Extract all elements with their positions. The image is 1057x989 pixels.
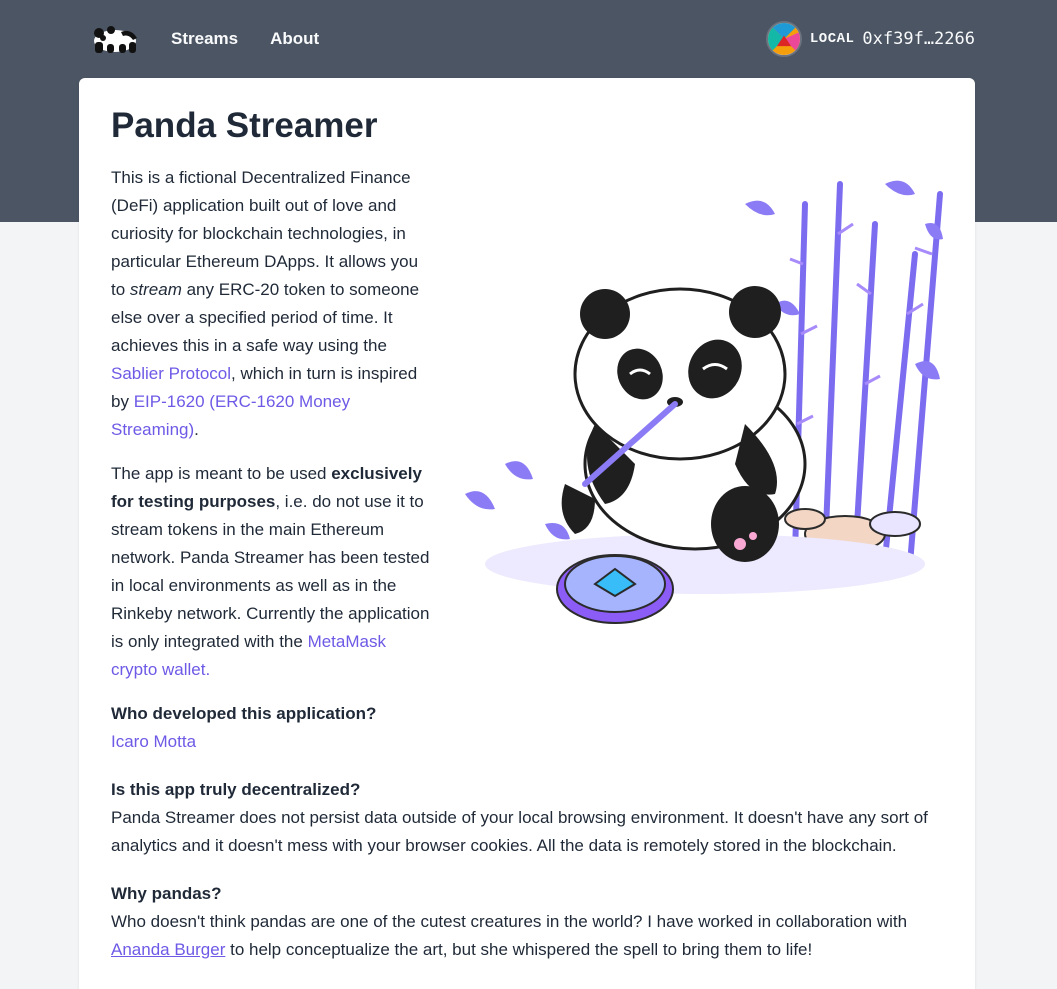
intro-emphasis: stream bbox=[129, 280, 182, 299]
faq-question: Why pandas? bbox=[111, 884, 222, 903]
developer-link[interactable]: Icaro Motta bbox=[111, 732, 196, 751]
faq-answer-text: to help conceptualize the art, but she w… bbox=[225, 940, 813, 959]
wallet-address: 0xf39f…2266 bbox=[862, 29, 975, 49]
about-card: Panda Streamer This is a fictional Decen… bbox=[79, 78, 975, 989]
faq-developer: Who developed this application? Icaro Mo… bbox=[111, 700, 943, 756]
artist-link[interactable]: Ananda Burger bbox=[111, 940, 225, 959]
faq-question: Who developed this application? bbox=[111, 704, 377, 723]
faq-question: Is this app truly decentralized? bbox=[111, 780, 361, 799]
page-title: Panda Streamer bbox=[111, 106, 378, 145]
about-content: This is a fictional Decentralized Financ… bbox=[111, 164, 943, 964]
wallet-info[interactable]: LOCAL 0xf39f…2266 bbox=[765, 21, 975, 57]
faq-decentralized: Is this app truly decentralized? Panda S… bbox=[111, 776, 943, 860]
faq-answer: Who doesn't think pandas are one of the … bbox=[111, 908, 943, 964]
panda-bamboo-illustration bbox=[465, 180, 943, 624]
top-navbar: Streams About LOCAL 0xf39f…2266 bbox=[79, 0, 975, 78]
nav-about[interactable]: About bbox=[270, 29, 319, 49]
intro-text: , i.e. do not use it to stream tokens in… bbox=[111, 492, 430, 651]
faq-answer-text: Who doesn't think pandas are one of the … bbox=[111, 912, 908, 931]
panda-logo-icon[interactable] bbox=[91, 24, 139, 54]
wallet-avatar-icon bbox=[765, 21, 802, 57]
nav-streams[interactable]: Streams bbox=[171, 29, 238, 49]
network-label: LOCAL bbox=[809, 31, 855, 47]
intro-text: . bbox=[194, 420, 199, 439]
faq-pandas: Why pandas? Who doesn't think pandas are… bbox=[111, 880, 943, 964]
sablier-link[interactable]: Sablier Protocol bbox=[111, 364, 231, 383]
main-nav: Streams About bbox=[171, 29, 319, 49]
intro-text: The app is meant to be used bbox=[111, 464, 332, 483]
faq-answer: Panda Streamer does not persist data out… bbox=[111, 808, 928, 855]
eip-1620-link[interactable]: EIP-1620 (ERC-1620 Money Streaming) bbox=[111, 392, 350, 439]
